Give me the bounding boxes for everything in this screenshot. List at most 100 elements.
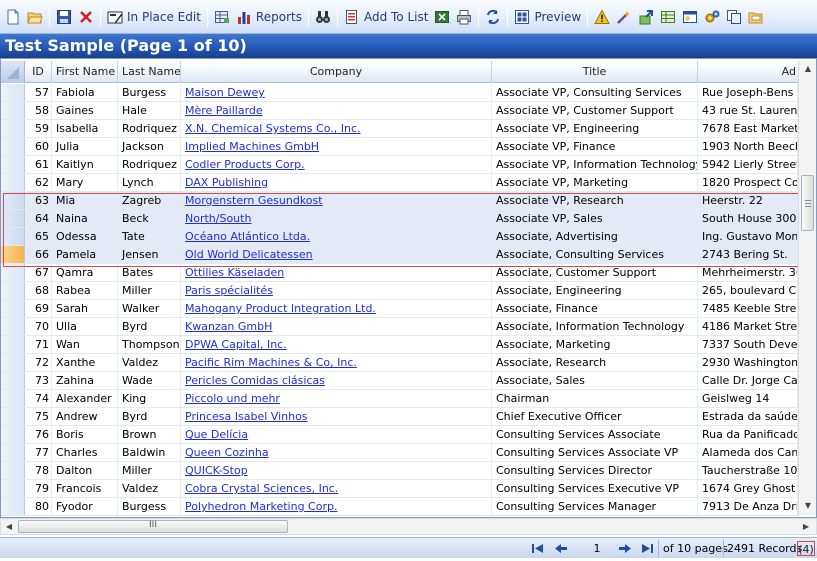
import-button[interactable] [635,5,657,29]
table-row[interactable]: 61 Kaitlyn Rodriquez Codler Products Corp. A… [1,156,798,174]
cell-id[interactable]: 78 [25,462,52,479]
cell-title[interactable]: Associate, Engineering [492,282,698,299]
row-selector[interactable] [1,156,25,173]
company-link[interactable]: Ottilies Käseladen [185,266,284,279]
cell-address[interactable]: 7913 De Anza Drive [698,498,798,515]
cell-id[interactable]: 65 [25,228,52,245]
cell-address[interactable]: Ing. Gustavo Moncada 8585 [698,228,798,245]
cell-title[interactable]: Consulting Services Associate VP [492,444,698,461]
table-row[interactable]: 67 Qamra Bates Ottilies Käseladen Associate,… [1,264,798,282]
row-selector[interactable] [1,300,25,317]
cell-id[interactable]: 63 [25,192,52,209]
cell-last-name[interactable]: King [118,390,181,407]
company-link[interactable]: Old World Delicatessen [185,248,313,261]
company-link[interactable]: North/South [185,212,251,225]
cell-first-name[interactable]: Mia [52,192,118,209]
cell-address[interactable]: Rua da Panificadora, 12 [698,426,798,443]
cell-title[interactable]: Chief Executive Officer [492,408,698,425]
reports-button[interactable]: Reports [233,5,305,29]
row-selector[interactable] [1,426,25,443]
export-excel-button[interactable] [431,5,453,29]
cell-first-name[interactable]: Odessa [52,228,118,245]
row-selector[interactable] [1,336,25,353]
cell-address[interactable]: 7337 South Devero [698,336,798,353]
layout-button[interactable] [679,5,701,29]
table-row[interactable]: 59 Isabella Rodriquez X.N. Chemical Systems… [1,120,798,138]
table-row[interactable]: 60 Julia Jackson Implied Machines GmbH Assoc… [1,138,798,156]
cell-address[interactable]: South House 300 Queensbridge [698,210,798,227]
cell-address[interactable]: 1903 North Beech St. [698,138,798,155]
new-document-button[interactable] [2,5,24,29]
company-link[interactable]: Implied Machines GmbH [185,140,319,153]
previous-page-button[interactable] [553,541,569,556]
row-selector[interactable] [1,84,25,101]
table-row[interactable]: 65 Odessa Tate Océano Atlántico Ltda. Associ… [1,228,798,246]
cell-first-name[interactable]: Andrew [52,408,118,425]
cell-id[interactable]: 70 [25,318,52,335]
cell-last-name[interactable]: Hale [118,102,181,119]
column-header-address[interactable]: Ad [698,61,798,83]
cell-first-name[interactable]: Mary [52,174,118,191]
row-selector[interactable] [1,174,25,191]
cell-address[interactable]: Geislweg 14 [698,390,798,407]
table-row[interactable]: 78 Dalton Miller QUICK-Stop Consulting Servi… [1,462,798,480]
cell-first-name[interactable]: Julia [52,138,118,155]
table-row[interactable]: 70 Ulla Byrd Kwanzan GmbH Associate, Informa… [1,318,798,336]
company-link[interactable]: Cobra Crystal Sciences, Inc. [185,482,338,495]
cell-id[interactable]: 67 [25,264,52,281]
next-page-button[interactable] [617,541,633,556]
cell-first-name[interactable]: Gaines [52,102,118,119]
table-row[interactable]: 68 Rabea Miller Paris spécialités Associate,… [1,282,798,300]
cell-last-name[interactable]: Tate [118,228,181,245]
wand-button[interactable] [613,5,635,29]
cell-address[interactable]: Alameda dos Canàrios, 891 [698,444,798,461]
company-link[interactable]: Que Delícia [185,428,248,441]
find-button[interactable] [312,5,334,29]
table-row[interactable]: 62 Mary Lynch DAX Publishing Associate VP, M… [1,174,798,192]
column-header-title[interactable]: Title [492,61,698,83]
cell-last-name[interactable]: Baldwin [118,444,181,461]
row-selector[interactable] [1,120,25,137]
cell-address[interactable]: 5942 Lierly Street [698,156,798,173]
row-selector[interactable] [1,408,25,425]
cell-title[interactable]: Associate VP, Research [492,192,698,209]
company-link[interactable]: Polyhedron Marketing Corp. [185,500,337,513]
company-link[interactable]: Codler Products Corp. [185,158,305,171]
cell-id[interactable]: 58 [25,102,52,119]
cell-first-name[interactable]: Pamela [52,246,118,263]
cell-first-name[interactable]: Charles [52,444,118,461]
grid-options-button[interactable] [211,5,233,29]
cell-last-name[interactable]: Wade [118,372,181,389]
cell-title[interactable]: Associate, Consulting Services [492,246,698,263]
row-selector[interactable] [1,210,25,227]
company-link[interactable]: Océano Atlántico Ltda. [185,230,310,243]
cell-last-name[interactable]: Brown [118,426,181,443]
column-header-id[interactable]: ID [25,61,52,83]
cell-last-name[interactable]: Miller [118,282,181,299]
open-file-button[interactable] [745,5,767,29]
horizontal-scrollbar[interactable]: ◀ III ▶ [0,518,817,535]
table-row[interactable]: 66 Pamela Jensen Old World Delicatessen Asso… [1,246,798,264]
table-row[interactable]: 69 Sarah Walker Mahogany Product Integratio… [1,300,798,318]
cell-id[interactable]: 59 [25,120,52,137]
horizontal-scroll-thumb[interactable]: III [18,520,288,533]
cell-id[interactable]: 66 [25,246,52,263]
cell-first-name[interactable]: Isabella [52,120,118,137]
cell-address[interactable]: 4186 Market Street [698,318,798,335]
table-row[interactable]: 75 Andrew Byrd Princesa Isabel Vinhos Chief … [1,408,798,426]
company-link[interactable]: QUICK-Stop [185,464,248,477]
cell-first-name[interactable]: Wan [52,336,118,353]
cell-address[interactable]: Estrada da saúde n. 58 [698,408,798,425]
cell-last-name[interactable]: Byrd [118,318,181,335]
cell-title[interactable]: Consulting Services Director [492,462,698,479]
company-link[interactable]: Mère Paillarde [185,104,263,117]
column-header-last-name[interactable]: Last Name [118,61,181,83]
in-place-edit-button[interactable]: In Place Edit [104,5,204,29]
cell-last-name[interactable]: Burgess [118,498,181,515]
copy-button[interactable] [723,5,745,29]
scroll-up-arrow-icon[interactable]: ▲ [799,61,816,77]
cell-address[interactable]: 7678 East Market Ave [698,120,798,137]
company-link[interactable]: Kwanzan GmbH [185,320,272,333]
settings-button[interactable] [701,5,723,29]
table-row[interactable]: 79 Francois Valdez Cobra Crystal Sciences, … [1,480,798,498]
